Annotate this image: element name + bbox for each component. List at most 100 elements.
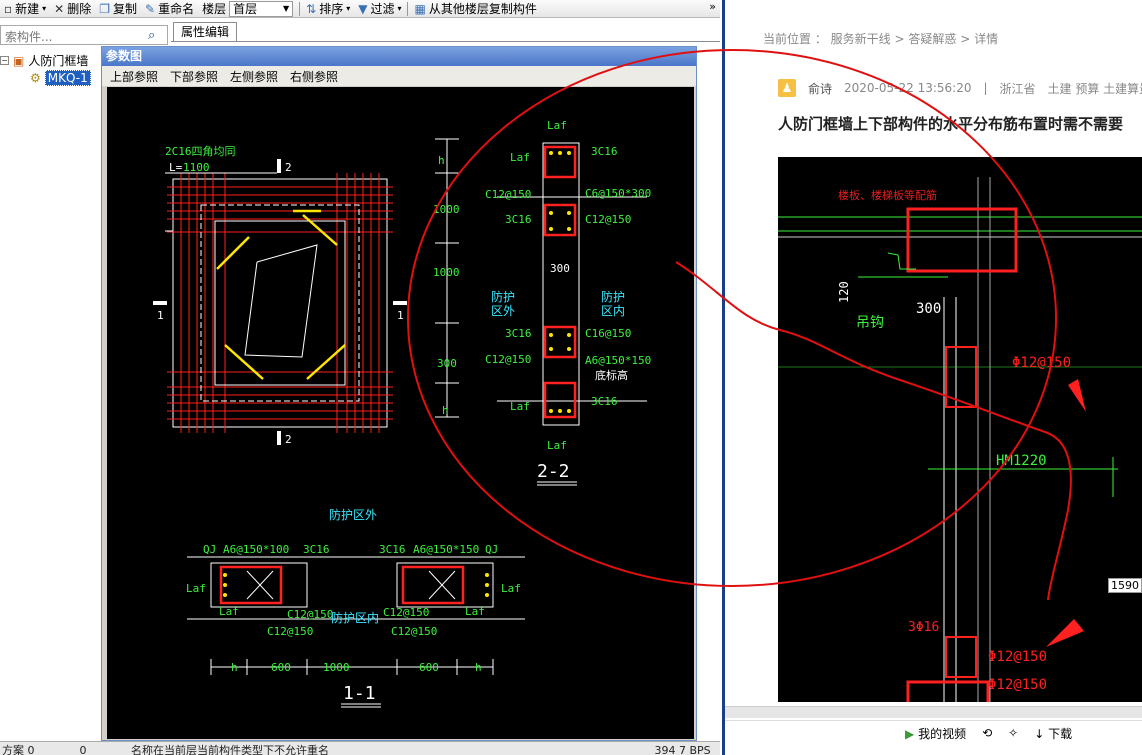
plan-note-1: 2C16四角均同: [165, 145, 236, 158]
section-2-2: h 1000 1000 300 h Laf Laf 3C16 C12@150 C…: [433, 119, 651, 486]
breadcrumb-service[interactable]: 服务新干线: [831, 32, 891, 46]
search-input[interactable]: 索构件...: [0, 25, 168, 45]
tree-node-child[interactable]: ⚙ MKQ-1: [0, 69, 91, 86]
photo-label-phi12-a: Φ12@150: [1012, 355, 1071, 371]
label-laf-bl: Laf: [510, 400, 530, 413]
photo-label-floor: 楼板、楼梯板等配筋: [838, 188, 937, 202]
label-protect-in-1: 防护: [601, 289, 625, 304]
copy-floor-icon: ▦: [414, 1, 426, 16]
filter-button[interactable]: ▼ 过滤 ▾: [354, 0, 405, 18]
label-c6: C6@150*300: [585, 187, 651, 200]
toolbar-overflow-button[interactable]: »: [709, 0, 716, 13]
section-marker-bottom: 2: [285, 433, 292, 446]
collapse-icon[interactable]: −: [0, 56, 9, 65]
rename-button[interactable]: ✎ 重命名: [141, 0, 198, 18]
download-button[interactable]: ↓ 下载: [1034, 725, 1072, 742]
breadcrumb-qa[interactable]: 答疑解惑: [908, 32, 956, 46]
tab-right-reference[interactable]: 右侧参照: [290, 68, 338, 85]
tab-bottom-reference[interactable]: 下部参照: [170, 68, 218, 85]
tab-top-reference[interactable]: 上部参照: [110, 68, 158, 85]
photo-label-hook: 吊钩: [856, 315, 884, 331]
horizontal-scrollbar[interactable]: [725, 706, 1142, 718]
section-marker-left: 1: [157, 309, 164, 322]
pin-icon[interactable]: ✧: [1008, 726, 1018, 740]
parameter-diagram-dialog: 参数图 上部参照 下部参照 左侧参照 右侧参照 2C16四角均同 L= 1100…: [101, 46, 697, 741]
my-video-button[interactable]: ▶ 我的视频: [905, 725, 966, 742]
label-c12-4: C12@150: [391, 625, 437, 638]
sort-icon: ⇅: [306, 1, 317, 16]
sort-label: 排序: [319, 2, 344, 16]
label-3c16-left: 3C16: [303, 543, 330, 556]
cad-drawing: 2C16四角均同 L= 1100 2 2 1 1 h 1000 1000 300…: [153, 119, 651, 708]
dropdown-arrow-icon: ▾: [42, 4, 47, 13]
tree-child-label: MKQ-1: [44, 69, 91, 86]
tree-node-root[interactable]: − ▣ 人防门框墙: [0, 52, 91, 69]
sort-button[interactable]: ⇅ 排序 ▾: [302, 0, 354, 18]
divider: |: [983, 81, 988, 95]
photo-label-120: 120: [837, 281, 851, 303]
label-c16: C16@150: [585, 327, 631, 340]
dim-300: 300: [437, 357, 457, 370]
label-300: 300: [550, 262, 570, 275]
label-c12-3: C12@150: [383, 606, 429, 619]
question-card: ♟ 俞诗 2020-05-22 13:56:20 | 浙江省 土建 预算 土建算…: [778, 63, 1142, 713]
side-value-badge: 1590: [1108, 578, 1142, 593]
screen: ▫ 新建 ▾ ✕ 删除 ❐ 复制 ✎ 重命名 楼层 首层 ▼ ⇅ 排序 ▾ ▼ 过滤 ▾ ▦ 从其他楼…: [0, 0, 1142, 755]
photo-label-phi12-b: Φ12@150: [988, 649, 1047, 665]
delete-label: 删除: [67, 2, 92, 16]
chevron-down-icon: ▼: [282, 4, 290, 13]
photo-label-3phi16: 3Φ16: [908, 620, 939, 635]
search-icon[interactable]: ⌕: [148, 28, 155, 43]
label-protect-in: 防护区内: [331, 610, 379, 625]
post-date: 2020-05-22 13:56:20: [844, 81, 972, 95]
plan-view: 2C16四角均同 L= 1100 2 2 1 1: [153, 145, 407, 446]
replay-icon[interactable]: ⟲: [982, 726, 992, 740]
plan-note-2-value: 1100: [183, 161, 210, 174]
copy-button[interactable]: ❐ 复制: [95, 0, 141, 18]
copy-from-other-floor-button[interactable]: ▦ 从其他楼层复制构件: [410, 0, 540, 18]
toolbar-divider: [299, 1, 301, 16]
floor-select[interactable]: 首层 ▼: [229, 0, 294, 17]
component-tree: − ▣ 人防门框墙 ⚙ MKQ-1: [0, 52, 91, 86]
copy-icon: ❐: [99, 1, 111, 16]
label-c12-c: C12@150: [485, 353, 531, 366]
label-c12-2: C12@150: [267, 625, 313, 638]
author-name[interactable]: 俞诗: [808, 80, 832, 97]
tab-properties[interactable]: 属性编辑: [173, 22, 237, 41]
floor-label: 楼层: [202, 2, 227, 16]
status-message: 名称在当前层当前构件类型下不允许重名: [131, 744, 329, 755]
label-3c16-d: 3C16: [591, 395, 618, 408]
floor-value: 首层: [233, 2, 258, 16]
red-arrow-2: [1046, 619, 1084, 647]
label-laf-top: Laf: [547, 119, 567, 132]
rename-icon: ✎: [145, 1, 156, 16]
post-image[interactable]: 楼板、楼梯板等配筋 吊钩 300 120 Φ12@150 HM1220 3Φ16…: [778, 157, 1142, 702]
dim-1-600-right: 600: [419, 661, 439, 674]
delete-button[interactable]: ✕ 删除: [50, 0, 95, 18]
cad-canvas[interactable]: 2C16四角均同 L= 1100 2 2 1 1 h 1000 1000 300…: [107, 87, 694, 739]
label-3c16-a: 3C16: [591, 145, 618, 158]
video-toolbar: ▶ 我的视频 ⟲ ✧ ↓ 下载: [725, 720, 1142, 745]
delete-icon: ✕: [54, 1, 65, 16]
status-right: 394 7 BPS: [654, 744, 711, 755]
component-toolbar: ▫ 新建 ▾ ✕ 删除 ❐ 复制 ✎ 重命名 楼层 首层 ▼ ⇅ 排序 ▾ ▼ 过滤 ▾ ▦ 从其他楼…: [0, 0, 720, 18]
label-laf-left: Laf: [510, 151, 530, 164]
label-laf-4: Laf: [501, 582, 521, 595]
download-label: 下载: [1048, 726, 1073, 741]
photo-label-hm1220: HM1220: [996, 453, 1047, 469]
label-protect-in-2: 区内: [601, 304, 625, 318]
status-plan: 方案 0: [2, 744, 35, 755]
dim-h-bottom: h: [442, 404, 449, 417]
label-laf-2: Laf: [219, 605, 239, 618]
breadcrumb: 当前位置 ： 服务新干线 > 答疑解惑 > 详情: [763, 32, 999, 46]
dim-1-h-right: h: [475, 661, 482, 674]
avatar[interactable]: ♟: [778, 79, 796, 97]
tab-left-reference[interactable]: 左侧参照: [230, 68, 278, 85]
label-a6-right: A6@150*150: [413, 543, 479, 556]
component-gear-icon: ⚙: [30, 70, 41, 85]
breadcrumb-current: 当前位置: [763, 32, 812, 46]
red-arrow-1: [1068, 379, 1086, 412]
filter-label: 过滤: [370, 2, 395, 16]
dim-1-1000: 1000: [323, 661, 350, 674]
new-button[interactable]: ▫ 新建 ▾: [0, 0, 50, 18]
